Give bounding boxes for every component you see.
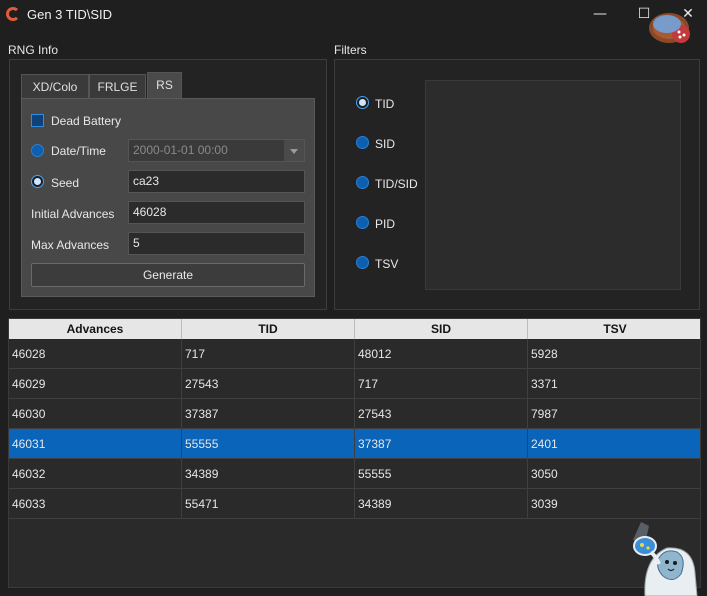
seed-radio[interactable] bbox=[31, 175, 44, 188]
cell-sid: 55555 bbox=[355, 459, 528, 489]
window-title: Gen 3 TID\SID bbox=[27, 7, 113, 22]
pokefinder-mascot-icon bbox=[633, 522, 698, 596]
chevron-down-icon[interactable] bbox=[284, 140, 304, 161]
cell-tsv: 5928 bbox=[528, 339, 700, 369]
generate-button[interactable]: Generate bbox=[31, 263, 305, 287]
filter-sid-label: SID bbox=[375, 137, 396, 151]
title-bar: Gen 3 TID\SID — ☐ ✕ bbox=[0, 0, 707, 30]
date-time-value: 2000-01-01 00:00 bbox=[133, 143, 228, 157]
tab-rs[interactable]: RS bbox=[147, 72, 182, 99]
filter-tsv-radio[interactable] bbox=[356, 256, 369, 269]
cell-tid: 27543 bbox=[182, 369, 355, 399]
table-row[interactable]: 46033 55471 34389 3039 bbox=[9, 489, 700, 519]
max-advances-label: Max Advances bbox=[31, 238, 110, 252]
dead-battery-checkbox[interactable] bbox=[31, 114, 44, 127]
filters-label: Filters bbox=[334, 43, 367, 57]
cell-advances: 46032 bbox=[9, 459, 182, 489]
column-header-advances[interactable]: Advances bbox=[9, 319, 182, 339]
filter-pid-label: PID bbox=[375, 217, 396, 231]
table-row[interactable]: 46029 27543 717 3371 bbox=[9, 369, 700, 399]
max-advances-input[interactable]: 5 bbox=[128, 232, 305, 255]
dead-battery-label: Dead Battery bbox=[51, 114, 122, 128]
minimize-button[interactable]: — bbox=[587, 3, 613, 25]
cell-advances: 46029 bbox=[9, 369, 182, 399]
table-row[interactable]: 46030 37387 27543 7987 bbox=[9, 399, 700, 429]
filter-pid-radio[interactable] bbox=[356, 216, 369, 229]
cell-tsv: 3371 bbox=[528, 369, 700, 399]
cell-sid: 34389 bbox=[355, 489, 528, 519]
filter-input-area[interactable] bbox=[425, 80, 681, 290]
table-row[interactable]: 46032 34389 55555 3050 bbox=[9, 459, 700, 489]
filter-sid-radio[interactable] bbox=[356, 136, 369, 149]
cell-advances: 46031 bbox=[9, 429, 182, 459]
filter-tid-radio[interactable] bbox=[356, 96, 369, 109]
seed-label: Seed bbox=[51, 176, 80, 190]
cell-sid: 27543 bbox=[355, 399, 528, 429]
initial-advances-input[interactable]: 46028 bbox=[128, 201, 305, 224]
date-time-radio[interactable] bbox=[31, 144, 44, 157]
app-logo-icon bbox=[6, 7, 20, 21]
table-row[interactable]: 46028 717 48012 5928 bbox=[9, 339, 700, 369]
cell-tsv: 3039 bbox=[528, 489, 700, 519]
rng-info-label: RNG Info bbox=[8, 43, 59, 57]
date-time-combo[interactable]: 2000-01-01 00:00 bbox=[128, 139, 305, 162]
table-row-selected[interactable]: 46031 55555 37387 2401 bbox=[9, 429, 700, 459]
cell-advances: 46028 bbox=[9, 339, 182, 369]
filter-tid-sid-radio[interactable] bbox=[356, 176, 369, 189]
table-header: Advances TID SID TSV bbox=[9, 319, 700, 339]
tab-frlge[interactable]: FRLGE bbox=[89, 74, 146, 98]
cell-tid: 55555 bbox=[182, 429, 355, 459]
cell-sid: 717 bbox=[355, 369, 528, 399]
mascot-logo-icon bbox=[649, 13, 690, 43]
seed-input[interactable]: ca23 bbox=[128, 170, 305, 193]
cell-sid: 37387 bbox=[355, 429, 528, 459]
cell-tid: 34389 bbox=[182, 459, 355, 489]
column-header-tsv[interactable]: TSV bbox=[528, 319, 700, 339]
cell-tsv: 3050 bbox=[528, 459, 700, 489]
cell-tsv: 7987 bbox=[528, 399, 700, 429]
cell-tid: 37387 bbox=[182, 399, 355, 429]
filter-tid-sid-label: TID/SID bbox=[375, 177, 418, 191]
cell-advances: 46030 bbox=[9, 399, 182, 429]
initial-advances-label: Initial Advances bbox=[31, 207, 115, 221]
filter-tsv-label: TSV bbox=[375, 257, 399, 271]
column-header-tid[interactable]: TID bbox=[182, 319, 355, 339]
tab-xd-colo[interactable]: XD/Colo bbox=[21, 74, 89, 98]
cell-tid: 55471 bbox=[182, 489, 355, 519]
cell-tsv: 2401 bbox=[528, 429, 700, 459]
cell-advances: 46033 bbox=[9, 489, 182, 519]
date-time-label: Date/Time bbox=[51, 144, 106, 158]
cell-tid: 717 bbox=[182, 339, 355, 369]
results-table[interactable]: Advances TID SID TSV 46028 717 48012 592… bbox=[8, 318, 701, 588]
column-header-sid[interactable]: SID bbox=[355, 319, 528, 339]
cell-sid: 48012 bbox=[355, 339, 528, 369]
filter-tid-label: TID bbox=[375, 97, 395, 111]
